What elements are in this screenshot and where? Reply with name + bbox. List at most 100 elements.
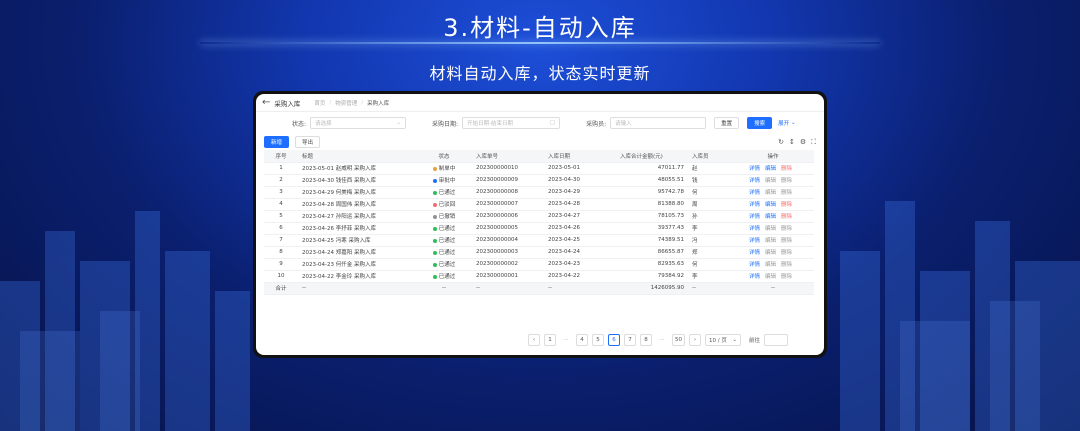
page-button[interactable]: 50 bbox=[672, 334, 685, 346]
row-status: 已通过 bbox=[416, 222, 472, 235]
delete-link[interactable]: 删除 bbox=[781, 262, 792, 268]
page-button[interactable]: 4 bbox=[576, 334, 588, 346]
delete-link[interactable]: 删除 bbox=[781, 178, 792, 184]
edit-link[interactable]: 编辑 bbox=[765, 190, 776, 196]
detail-link[interactable]: 详情 bbox=[749, 262, 760, 268]
fullscreen-icon[interactable]: ⛶ bbox=[811, 138, 816, 147]
status-text: 已通过 bbox=[438, 262, 456, 268]
back-arrow-icon[interactable]: ← bbox=[262, 97, 270, 108]
row-title: 2023-04-24 郑嘉阳 采购入库 bbox=[298, 246, 416, 259]
delete-link[interactable]: 删除 bbox=[781, 166, 792, 172]
delete-link[interactable]: 删除 bbox=[781, 190, 792, 196]
breadcrumb-materials[interactable]: 物资管理 bbox=[335, 99, 357, 107]
page-button[interactable]: 8 bbox=[640, 334, 652, 346]
row-clerk: 何 bbox=[688, 258, 732, 271]
chevron-down-icon[interactable]: ⌄ bbox=[791, 120, 796, 126]
goto-page-input[interactable] bbox=[764, 334, 789, 346]
density-icon[interactable]: ↕ bbox=[789, 138, 795, 146]
row-number: 7 bbox=[264, 234, 298, 247]
edit-link[interactable]: 编辑 bbox=[765, 178, 776, 184]
row-actions: 详情 编辑 删除 bbox=[732, 234, 814, 247]
page-number: 5 bbox=[596, 337, 600, 343]
buyer-input[interactable]: 请输入 bbox=[610, 117, 707, 129]
status-text: 已通过 bbox=[438, 274, 456, 280]
detail-link[interactable]: 详情 bbox=[749, 166, 760, 172]
detail-link[interactable]: 详情 bbox=[749, 190, 760, 196]
column-header: 入库合计金额(元) bbox=[616, 150, 688, 163]
goto-label: 前往 bbox=[749, 338, 761, 344]
delete-link[interactable]: 删除 bbox=[781, 250, 792, 256]
status-text: 已通过 bbox=[438, 190, 456, 196]
buyer-filter-label: 采购员: bbox=[586, 120, 607, 128]
breadcrumb-home[interactable]: 首页 bbox=[314, 99, 325, 107]
title-glow-divider bbox=[200, 42, 880, 44]
detail-link[interactable]: 详情 bbox=[749, 238, 760, 244]
date-range-placeholder: 开始日期-结束日期 bbox=[467, 121, 514, 127]
edit-link[interactable]: 编辑 bbox=[765, 202, 776, 208]
row-status: 已驳回 bbox=[416, 198, 472, 211]
edit-link[interactable]: 编辑 bbox=[765, 214, 776, 220]
detail-link[interactable]: 详情 bbox=[749, 202, 760, 208]
delete-link[interactable]: 删除 bbox=[781, 202, 792, 208]
row-amount: 78105.73 bbox=[616, 210, 688, 223]
detail-link[interactable]: 详情 bbox=[749, 250, 760, 256]
delete-link[interactable]: 删除 bbox=[781, 274, 792, 280]
detail-link[interactable]: 详情 bbox=[749, 274, 760, 280]
row-actions: 详情 编辑 删除 bbox=[732, 198, 814, 211]
status-text: 已通过 bbox=[438, 238, 456, 244]
detail-link[interactable]: 详情 bbox=[749, 214, 760, 220]
page-button[interactable]: 7 bbox=[624, 334, 636, 346]
delete-link[interactable]: 删除 bbox=[781, 214, 792, 220]
prev-page-button[interactable]: ‹ bbox=[528, 334, 540, 346]
chevron-down-icon: ⌄ bbox=[396, 120, 402, 126]
row-number: 3 bbox=[264, 186, 298, 199]
row-number: 1 bbox=[264, 162, 298, 175]
row-status: 制单中 bbox=[416, 162, 472, 175]
table-row: 1 2023-05-01 赵威明 采购入库 制单中 202300000010 2023-… bbox=[264, 162, 814, 175]
row-actions: 详情 编辑 删除 bbox=[732, 210, 814, 223]
page-button[interactable]: 6 bbox=[608, 334, 620, 346]
search-button[interactable]: 搜索 bbox=[747, 117, 773, 129]
row-title: 2023-04-23 何仟金 采购入库 bbox=[298, 258, 416, 271]
settings-gear-icon[interactable]: ⚙ bbox=[800, 138, 806, 146]
expand-filters-link[interactable]: 展开 bbox=[778, 119, 789, 127]
page-button[interactable]: 1 bbox=[544, 334, 556, 346]
export-button[interactable]: 导出 bbox=[295, 136, 321, 148]
edit-link[interactable]: 编辑 bbox=[765, 274, 776, 280]
status-select[interactable]: 请选择 ⌄ bbox=[310, 117, 407, 129]
status-text: 已通过 bbox=[438, 226, 456, 232]
page-number: 4 bbox=[580, 337, 584, 343]
reset-button[interactable]: 重置 bbox=[714, 117, 740, 129]
page-number: 8 bbox=[644, 337, 648, 343]
app-screen: ← 采购入库 首页 / 物资管理 / 采购入库 状态: 请选择 ⌄ 采购日期: … bbox=[256, 94, 824, 355]
row-number: 2 bbox=[264, 174, 298, 187]
row-date: 2023-04-22 bbox=[544, 270, 616, 283]
edit-link[interactable]: 编辑 bbox=[765, 166, 776, 172]
table-row: 5 2023-04-27 孙阳运 采购入库 已撤销 202300000006 2023-… bbox=[264, 210, 814, 223]
row-date: 2023-04-29 bbox=[544, 186, 616, 199]
buyer-input-placeholder: 请输入 bbox=[615, 121, 632, 127]
page-size-select[interactable]: 10 / 页 ⌄ bbox=[705, 334, 741, 346]
page-button[interactable]: 5 bbox=[592, 334, 604, 346]
row-order-number: 202300000010 bbox=[472, 162, 544, 175]
page-number: 6 bbox=[612, 337, 616, 343]
delete-link[interactable]: 删除 bbox=[781, 238, 792, 244]
edit-link[interactable]: 编辑 bbox=[765, 250, 776, 256]
status-dot bbox=[432, 226, 437, 231]
date-range-picker[interactable]: 开始日期-结束日期 □ bbox=[462, 117, 561, 129]
column-header: 入库员 bbox=[688, 150, 732, 163]
jump-forward-button[interactable]: ··· bbox=[656, 334, 668, 346]
jump-back-button[interactable]: ··· bbox=[560, 334, 572, 346]
edit-link[interactable]: 编辑 bbox=[765, 226, 776, 232]
column-header: 入库日期 bbox=[544, 150, 616, 163]
edit-link[interactable]: 编辑 bbox=[765, 238, 776, 244]
detail-link[interactable]: 详情 bbox=[749, 178, 760, 184]
next-page-button[interactable]: › bbox=[689, 334, 701, 346]
table-row: 8 2023-04-24 郑嘉阳 采购入库 已通过 202300000003 2023-… bbox=[264, 246, 814, 259]
row-title: 2023-05-01 赵威明 采购入库 bbox=[298, 162, 416, 175]
refresh-icon[interactable]: ↻ bbox=[778, 138, 784, 146]
delete-link[interactable]: 删除 bbox=[781, 226, 792, 232]
edit-link[interactable]: 编辑 bbox=[765, 262, 776, 268]
add-button[interactable]: 新增 bbox=[264, 136, 290, 148]
detail-link[interactable]: 详情 bbox=[749, 226, 760, 232]
